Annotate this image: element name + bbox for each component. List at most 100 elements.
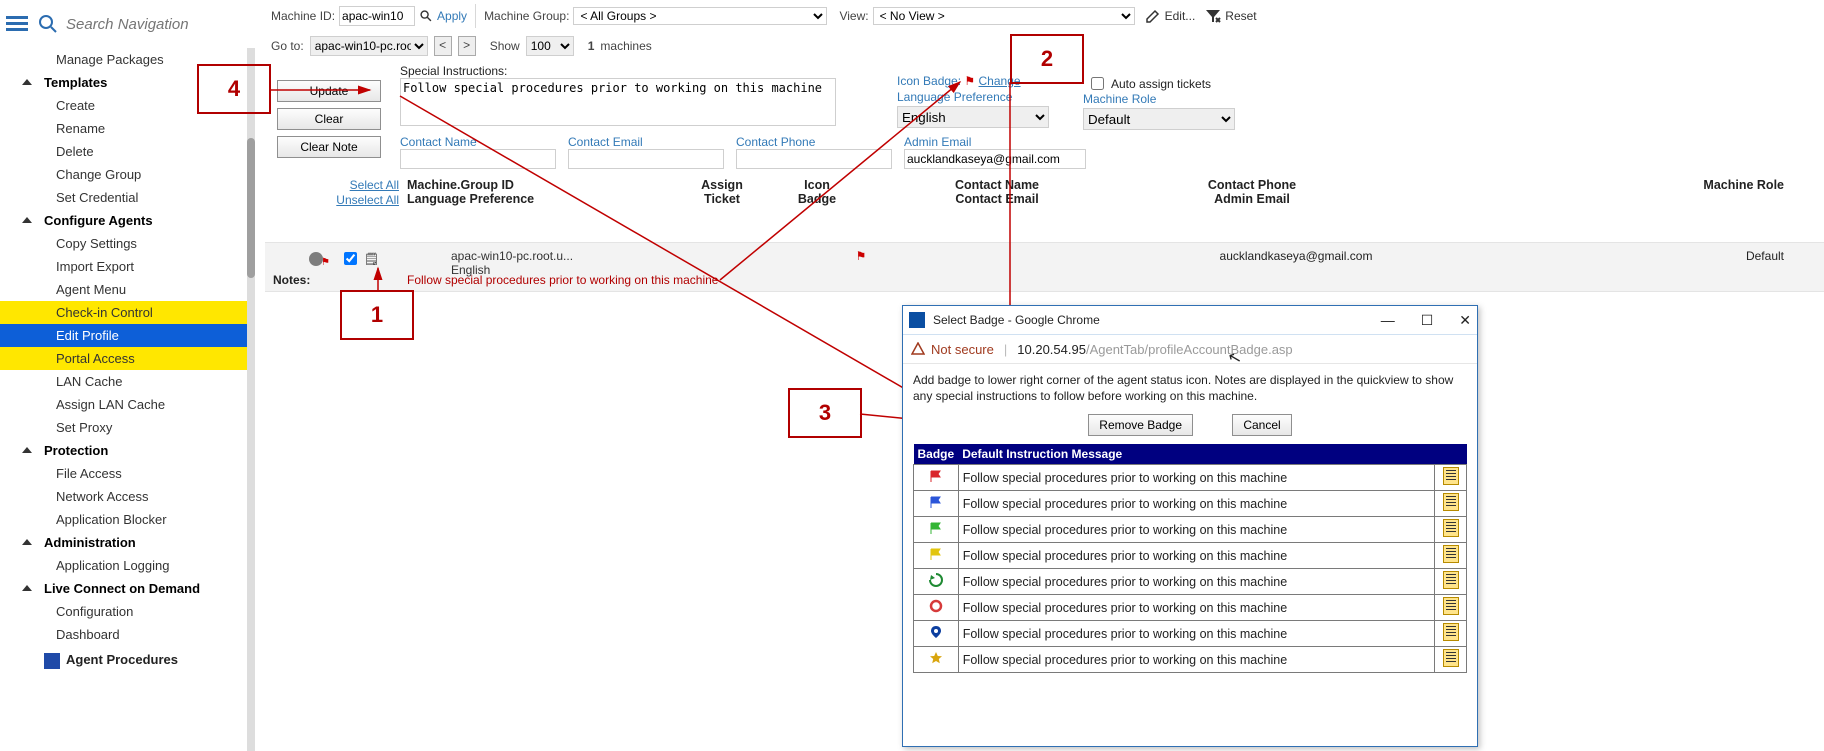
page-next-button[interactable]: > [458, 36, 476, 56]
nav-change-group[interactable]: Change Group [0, 163, 255, 186]
badge-note-icon[interactable] [1435, 569, 1467, 595]
callout-2: 2 [1010, 34, 1084, 84]
header-contact-name: Contact Name [955, 178, 1039, 192]
unselect-all-link[interactable]: Unselect All [303, 193, 399, 208]
badge-row[interactable]: Follow special procedures prior to worki… [914, 595, 1467, 621]
badge-msg: Follow special procedures prior to worki… [958, 621, 1434, 647]
nav-agent-procedures[interactable]: Agent Procedures [0, 646, 255, 673]
goto-label: Go to: [271, 39, 304, 53]
machine-role-select[interactable]: Default [1083, 108, 1235, 130]
nav-check-in-control[interactable]: Check-in Control [0, 301, 255, 324]
nav-portal-access[interactable]: Portal Access [0, 347, 255, 370]
view-select[interactable]: < No View > [873, 7, 1135, 25]
nav-file-access[interactable]: File Access [0, 462, 255, 485]
goto-select[interactable]: apac-win10-pc.root [310, 36, 428, 56]
clipboard-icon[interactable]: 🗒 [364, 252, 379, 266]
badge-row[interactable]: Follow special procedures prior to worki… [914, 491, 1467, 517]
badge-note-icon[interactable] [1435, 491, 1467, 517]
apply-search-icon[interactable] [419, 9, 433, 23]
badge-flag-icon [914, 595, 959, 621]
page-prev-button[interactable]: < [434, 36, 452, 56]
nav-edit-profile[interactable]: Edit Profile [0, 324, 255, 347]
hamburger-menu-icon[interactable] [6, 13, 28, 35]
edit-view-button[interactable]: Edit... [1165, 9, 1196, 23]
sidebar-scrollbar-thumb[interactable] [247, 138, 255, 278]
popup-close-button[interactable]: ✕ [1459, 312, 1471, 329]
popup-help-text: Add badge to lower right corner of the a… [913, 372, 1467, 404]
badge-note-icon[interactable] [1435, 621, 1467, 647]
sidebar-nav: Manage PackagesTemplatesCreateRenameDele… [0, 48, 255, 751]
nav-configuration[interactable]: Configuration [0, 600, 255, 623]
contact-phone-input[interactable] [736, 149, 892, 169]
badge-msg: Follow special procedures prior to worki… [958, 491, 1434, 517]
badge-row[interactable]: Follow special procedures prior to worki… [914, 569, 1467, 595]
nav-live-connect-on-demand[interactable]: Live Connect on Demand [0, 577, 255, 600]
nav-protection[interactable]: Protection [0, 439, 255, 462]
contact-phone-label: Contact Phone [736, 135, 892, 149]
nav-set-proxy[interactable]: Set Proxy [0, 416, 255, 439]
update-button[interactable]: Update [277, 80, 381, 102]
nav-agent-menu[interactable]: Agent Menu [0, 278, 255, 301]
callout-4: 4 [197, 64, 271, 114]
contact-name-label: Contact Name [400, 135, 556, 149]
nav-copy-settings[interactable]: Copy Settings [0, 232, 255, 255]
contact-email-input[interactable] [568, 149, 724, 169]
search-navigation-input[interactable] [64, 15, 228, 34]
nav-rename[interactable]: Rename [0, 117, 255, 140]
show-count-select[interactable]: 100 [526, 36, 574, 56]
machine-group-select[interactable]: < All Groups > [573, 7, 827, 25]
contact-name-input[interactable] [400, 149, 556, 169]
search-icon[interactable] [38, 14, 58, 34]
badge-row[interactable]: Follow special procedures prior to worki… [914, 517, 1467, 543]
badge-row[interactable]: Follow special procedures prior to worki… [914, 647, 1467, 673]
special-instructions-input[interactable]: Follow special procedures prior to worki… [400, 78, 836, 126]
nav-delete[interactable]: Delete [0, 140, 255, 163]
badge-note-icon[interactable] [1435, 647, 1467, 673]
nav-application-blocker[interactable]: Application Blocker [0, 508, 255, 531]
popup-minimize-button[interactable]: — [1381, 312, 1395, 329]
header-machine-group: Machine.Group ID [407, 178, 514, 192]
badge-row[interactable]: Follow special procedures prior to worki… [914, 465, 1467, 491]
nav-application-logging[interactable]: Application Logging [0, 554, 255, 577]
badge-note-icon[interactable] [1435, 543, 1467, 569]
nav-network-access[interactable]: Network Access [0, 485, 255, 508]
badge-note-icon[interactable] [1435, 465, 1467, 491]
header-contact-phone: Contact Phone [1208, 178, 1296, 192]
not-secure-icon [911, 342, 925, 356]
remove-badge-button[interactable]: Remove Badge [1088, 414, 1193, 436]
admin-email-input[interactable] [904, 149, 1086, 169]
nav-administration[interactable]: Administration [0, 531, 255, 554]
badge-note-icon[interactable] [1435, 517, 1467, 543]
badge-note-icon[interactable] [1435, 595, 1467, 621]
machine-group-label: Machine Group: [484, 9, 569, 23]
badge-msg: Follow special procedures prior to worki… [958, 569, 1434, 595]
nav-import-export[interactable]: Import Export [0, 255, 255, 278]
callout-1: 1 [340, 290, 414, 340]
header-machine-role: Machine Role [1703, 178, 1784, 192]
edit-icon[interactable] [1145, 8, 1161, 24]
badge-row[interactable]: Follow special procedures prior to worki… [914, 621, 1467, 647]
row-checkbox[interactable] [344, 252, 357, 265]
badge-msg: Follow special procedures prior to worki… [958, 647, 1434, 673]
nav-configure-agents[interactable]: Configure Agents [0, 209, 255, 232]
nav-set-credential[interactable]: Set Credential [0, 186, 255, 209]
nav-assign-lan-cache[interactable]: Assign LAN Cache [0, 393, 255, 416]
apply-button[interactable]: Apply [437, 9, 467, 23]
clear-note-button[interactable]: Clear Note [277, 136, 381, 158]
row-flag-icon: ⚑ [321, 257, 330, 268]
reset-button[interactable]: Reset [1225, 9, 1256, 23]
machines-count: 1 [588, 39, 595, 53]
machine-id-input[interactable] [339, 6, 415, 26]
select-all-link[interactable]: Select All [303, 178, 399, 193]
nav-lan-cache[interactable]: LAN Cache [0, 370, 255, 393]
popup-maximize-button[interactable]: ☐ [1421, 312, 1434, 329]
nav-dashboard[interactable]: Dashboard [0, 623, 255, 646]
auto-assign-tickets-checkbox[interactable] [1091, 77, 1104, 90]
clear-button[interactable]: Clear [277, 108, 381, 130]
language-preference-select[interactable]: English [897, 106, 1049, 128]
select-badge-popup: Select Badge - Google Chrome — ☐ ✕ Not s… [902, 305, 1478, 747]
machine-row[interactable]: ⚑ 🗒 apac-win10-pc.root.u... English ⚑ au… [265, 242, 1824, 292]
badge-row[interactable]: Follow special procedures prior to worki… [914, 543, 1467, 569]
cancel-button[interactable]: Cancel [1232, 414, 1291, 436]
reset-filter-icon[interactable] [1205, 8, 1221, 24]
